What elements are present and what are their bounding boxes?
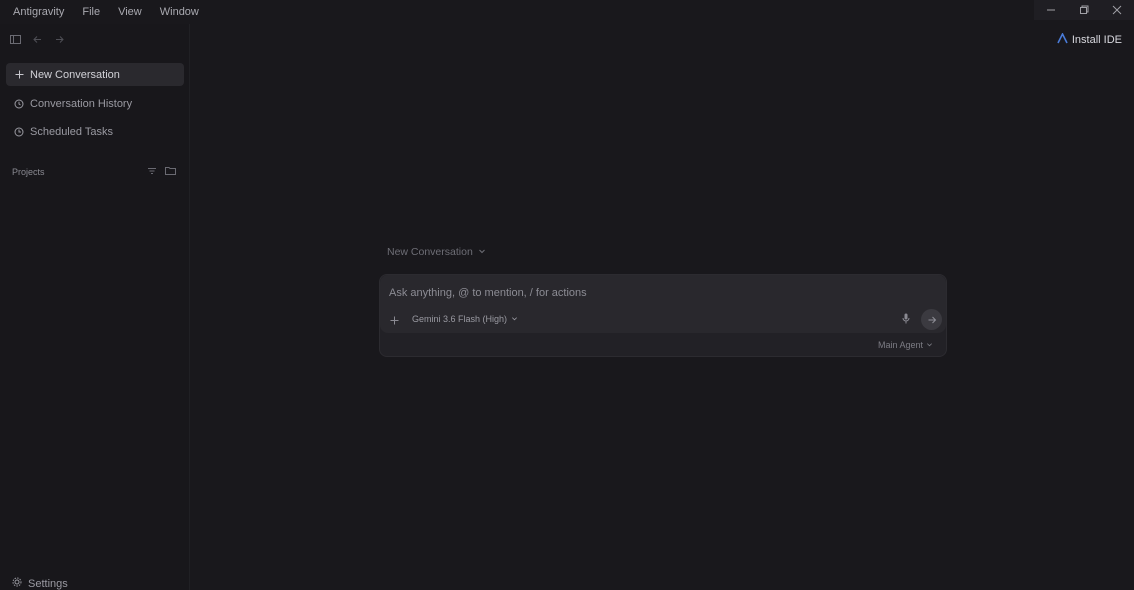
settings-button[interactable]: Settings [12,577,68,590]
plus-icon [14,70,24,80]
app-window: Antigravity File View Window New Convers… [0,0,1134,590]
back-arrow-icon[interactable] [31,33,43,45]
window-controls [1034,0,1134,20]
install-ide-button[interactable]: Install IDE [1057,32,1122,47]
conversation-dropdown-label: New Conversation [387,246,473,258]
gear-icon [12,577,22,590]
agent-selector-label: Main Agent [877,340,923,350]
sidebar: New Conversation Conversation History Sc… [0,24,190,590]
close-icon[interactable] [1102,0,1132,20]
sidebar-toolbar [0,24,189,54]
microphone-icon[interactable] [902,313,910,327]
menu-antigravity[interactable]: Antigravity [13,6,64,18]
chevron-down-icon [511,314,518,324]
composer: Ask anything, @ to mention, / for action… [379,274,947,357]
new-folder-icon[interactable] [165,166,176,179]
prompt-input[interactable]: Ask anything, @ to mention, / for action… [389,287,587,299]
install-ide-label: Install IDE [1071,34,1122,46]
menu-window[interactable]: Window [160,6,199,18]
composer-input-area: Ask anything, @ to mention, / for action… [380,275,946,333]
model-selector-label: Gemini 3.6 Flash (High) [412,314,508,324]
arrow-right-icon [928,316,936,323]
projects-heading: Projects [12,167,45,177]
forward-arrow-icon[interactable] [53,33,65,45]
model-selector[interactable]: Gemini 3.6 Flash (High) [412,314,518,324]
sidebar-item-label: Conversation History [30,97,133,110]
menu-file[interactable]: File [82,6,100,18]
send-button[interactable] [921,309,942,330]
add-context-icon[interactable] [390,313,399,328]
sidebar-item-label: Scheduled Tasks [30,125,113,138]
restore-icon[interactable] [1069,0,1099,20]
menu-bar: Antigravity File View Window [0,0,1134,24]
projects-actions [147,166,176,179]
sidebar-item-conversation-history[interactable]: Conversation History [6,92,184,115]
menu-view[interactable]: View [118,6,142,18]
sidebar-item-label: New Conversation [30,68,120,81]
conversation-dropdown[interactable]: New Conversation [387,246,486,258]
toggle-sidebar-icon[interactable] [9,33,21,45]
chevron-down-icon [478,246,486,258]
filter-icon[interactable] [147,166,157,179]
agent-selector[interactable]: Main Agent [878,340,933,350]
minimize-icon[interactable] [1036,0,1066,20]
history-icon [14,99,24,109]
chevron-down-icon [926,340,933,350]
clock-icon [14,127,24,137]
settings-label: Settings [28,577,68,590]
sidebar-item-scheduled-tasks[interactable]: Scheduled Tasks [6,120,184,143]
sidebar-item-new-conversation[interactable]: New Conversation [6,63,184,86]
antigravity-logo-icon [1057,32,1068,47]
